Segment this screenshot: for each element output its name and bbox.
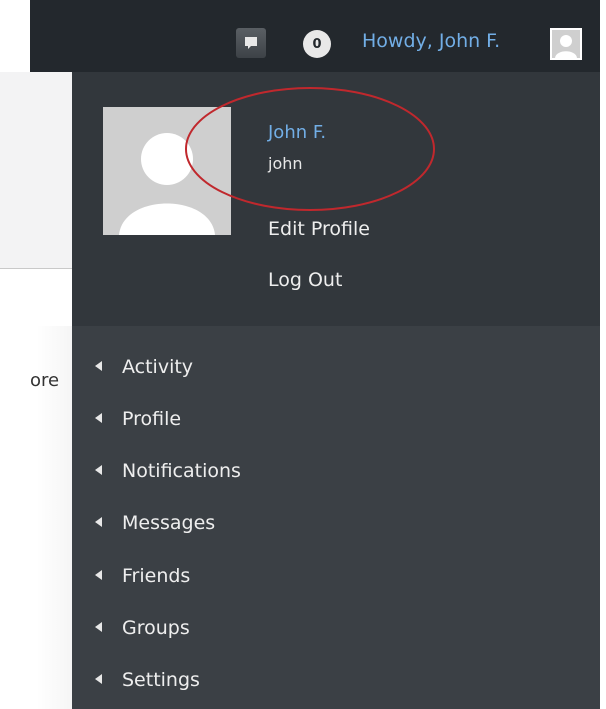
menu-item-label: Notifications	[122, 460, 241, 482]
arrow-left-icon	[95, 673, 102, 684]
profile-display-name-link[interactable]: John F.	[268, 122, 326, 143]
menu-item-label: Activity	[122, 356, 194, 378]
page-content-area	[0, 72, 72, 268]
default-avatar-icon[interactable]	[103, 107, 231, 235]
page-partial-text: ore	[30, 370, 60, 391]
comment-count-badge[interactable]: 0	[303, 30, 331, 58]
menu-item-label: Groups	[122, 617, 190, 639]
menu-item-groups[interactable]: Groups	[95, 617, 190, 639]
menu-item-notifications[interactable]: Notifications	[95, 460, 241, 482]
arrow-left-icon	[95, 569, 102, 580]
menu-item-activity[interactable]: Activity	[95, 356, 193, 378]
menu-item-label: Settings	[122, 669, 200, 691]
menu-item-messages[interactable]: Messages	[95, 512, 215, 534]
menu-item-profile[interactable]: Profile	[95, 408, 181, 430]
page-divider	[0, 268, 72, 269]
howdy-account-link[interactable]: Howdy, John F.	[362, 30, 500, 52]
avatar-icon[interactable]	[550, 28, 582, 60]
edit-profile-link[interactable]: Edit Profile	[268, 218, 370, 240]
arrow-left-icon	[95, 464, 102, 475]
arrow-left-icon	[95, 412, 102, 423]
menu-item-label: Friends	[122, 565, 191, 587]
arrow-left-icon	[95, 621, 102, 632]
menu-item-friends[interactable]: Friends	[95, 565, 190, 587]
arrow-left-icon	[95, 516, 102, 527]
menu-item-label: Profile	[122, 408, 182, 430]
profile-username[interactable]: john	[268, 154, 303, 173]
comments-button[interactable]	[236, 28, 266, 58]
menu-item-settings[interactable]: Settings	[95, 669, 200, 691]
log-out-link[interactable]: Log Out	[268, 269, 342, 291]
speech-bubble-icon	[245, 37, 257, 49]
arrow-left-icon	[95, 360, 102, 371]
menu-item-label: Messages	[122, 512, 216, 534]
